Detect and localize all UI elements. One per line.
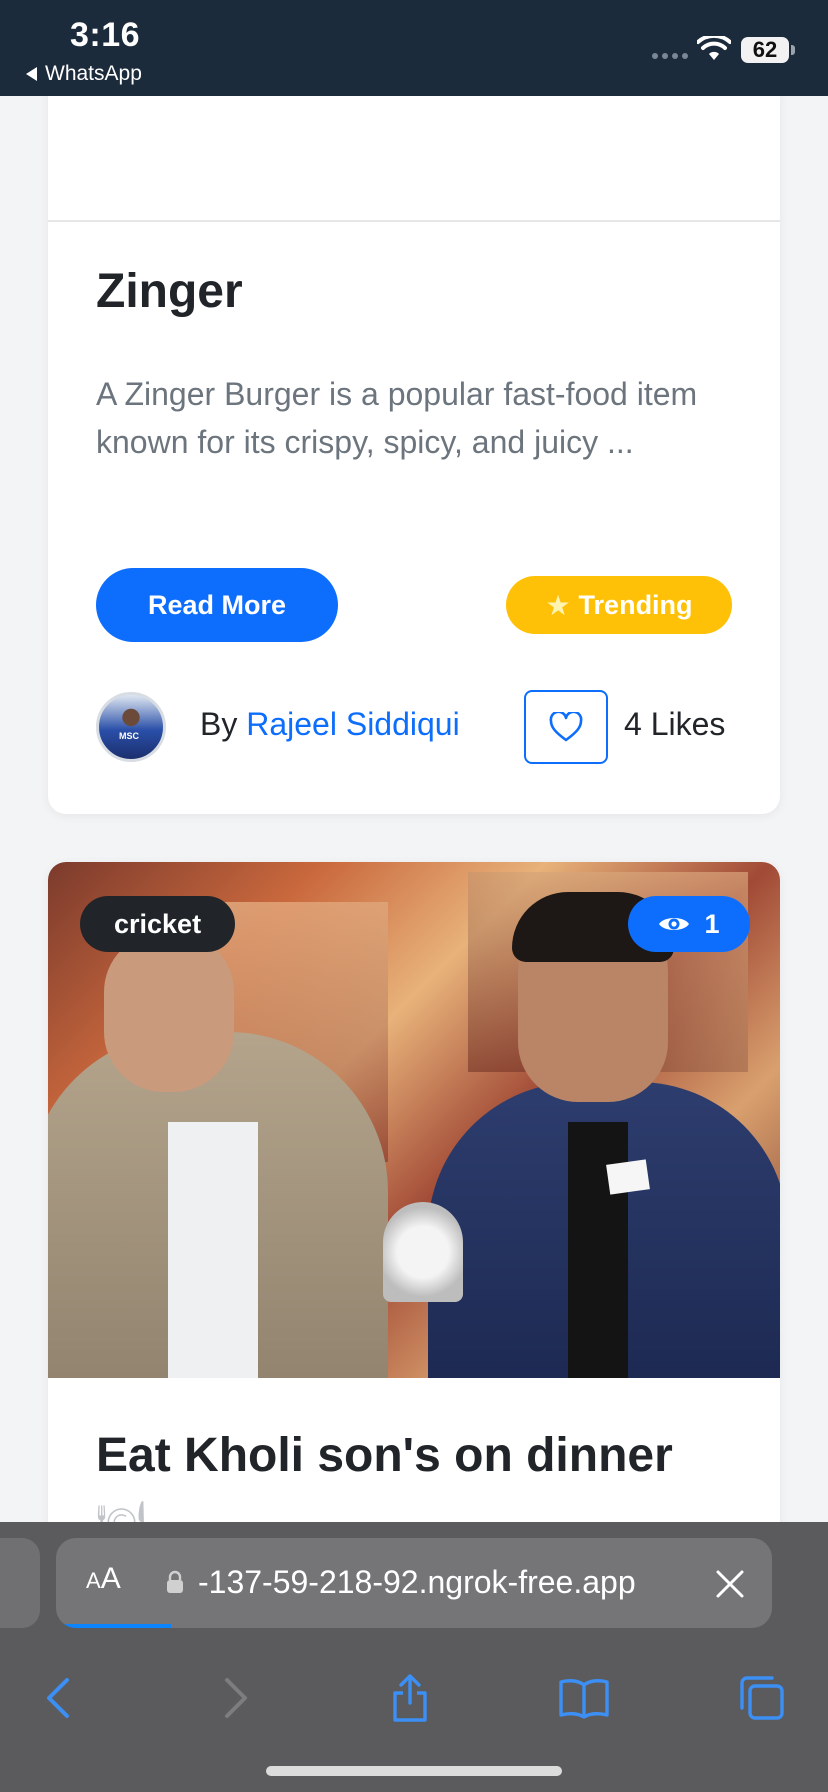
likes-count: 4 Likes xyxy=(624,706,726,742)
status-time: 3:16 xyxy=(70,16,141,54)
plate-icon: 🍽 xyxy=(96,1500,147,1522)
share-icon xyxy=(393,1674,427,1722)
tabs-button[interactable] xyxy=(732,1668,792,1728)
chevron-right-icon xyxy=(225,1678,247,1718)
url-text[interactable]: -137-59-218-92.ngrok-free.app xyxy=(198,1564,636,1601)
page-load-progress xyxy=(56,1624,171,1628)
chevron-left-icon xyxy=(47,1678,69,1718)
post-title: Eat Kholi son's on dinner xyxy=(96,1429,673,1482)
views-count: 1 xyxy=(704,908,720,939)
author-name-link[interactable]: Rajeel Siddiqui xyxy=(246,706,459,742)
browser-bottom-bar: AA -137-59-218-92.ngrok-free.app xyxy=(0,1522,828,1792)
forward-button[interactable] xyxy=(206,1668,266,1728)
eye-icon xyxy=(659,918,690,930)
address-bar[interactable]: AA -137-59-218-92.ngrok-free.app xyxy=(56,1538,772,1628)
status-bar: 3:16 WhatsApp 62 xyxy=(0,0,828,96)
battery-nub xyxy=(791,45,795,55)
text-size-label: AA xyxy=(86,1562,121,1595)
share-button[interactable] xyxy=(380,1668,440,1728)
lock-icon xyxy=(167,1570,183,1593)
avatar-logo-text: MSC xyxy=(119,731,139,741)
browser-toolbar xyxy=(0,1644,828,1744)
post-image-area xyxy=(48,96,780,222)
post-excerpt: A Zinger Burger is a popular fast-food i… xyxy=(96,376,698,460)
heart-outline-icon xyxy=(549,712,583,742)
book-icon xyxy=(559,1679,609,1719)
star-icon: ★ xyxy=(545,589,571,621)
home-indicator xyxy=(266,1766,562,1776)
text-size-button[interactable]: AA xyxy=(86,1562,121,1596)
battery-indicator: 62 xyxy=(741,37,789,63)
views-badge: 1 xyxy=(628,896,750,952)
cellular-signal-icon xyxy=(652,53,688,59)
previous-tab-preview[interactable] xyxy=(0,1538,40,1628)
bookmarks-button[interactable] xyxy=(554,1668,614,1728)
trending-badge: ★ Trending xyxy=(506,576,732,634)
author-line: By Rajeel Siddiqui xyxy=(200,706,460,743)
read-more-button[interactable]: Read More xyxy=(96,568,338,642)
post-card: cricket 1 Eat Kholi son's on dinner 🍽 xyxy=(48,862,780,1522)
author-avatar[interactable]: MSC xyxy=(96,692,166,762)
back-button[interactable] xyxy=(28,1668,88,1728)
tabs-icon xyxy=(740,1676,784,1720)
post-title: Zinger xyxy=(96,265,243,318)
wifi-icon xyxy=(697,36,731,60)
back-triangle-icon xyxy=(26,67,37,81)
close-icon[interactable] xyxy=(710,1564,750,1604)
back-app-label: WhatsApp xyxy=(45,62,142,85)
trending-label: Trending xyxy=(578,589,693,620)
category-badge[interactable]: cricket xyxy=(80,896,236,952)
page-content[interactable]: Zinger A Zinger Burger is a popular fast… xyxy=(0,96,828,1522)
back-to-app-link[interactable]: WhatsApp xyxy=(26,62,142,86)
author-prefix: By xyxy=(200,706,238,742)
like-button[interactable] xyxy=(524,690,608,764)
post-card: Zinger A Zinger Burger is a popular fast… xyxy=(48,96,780,814)
